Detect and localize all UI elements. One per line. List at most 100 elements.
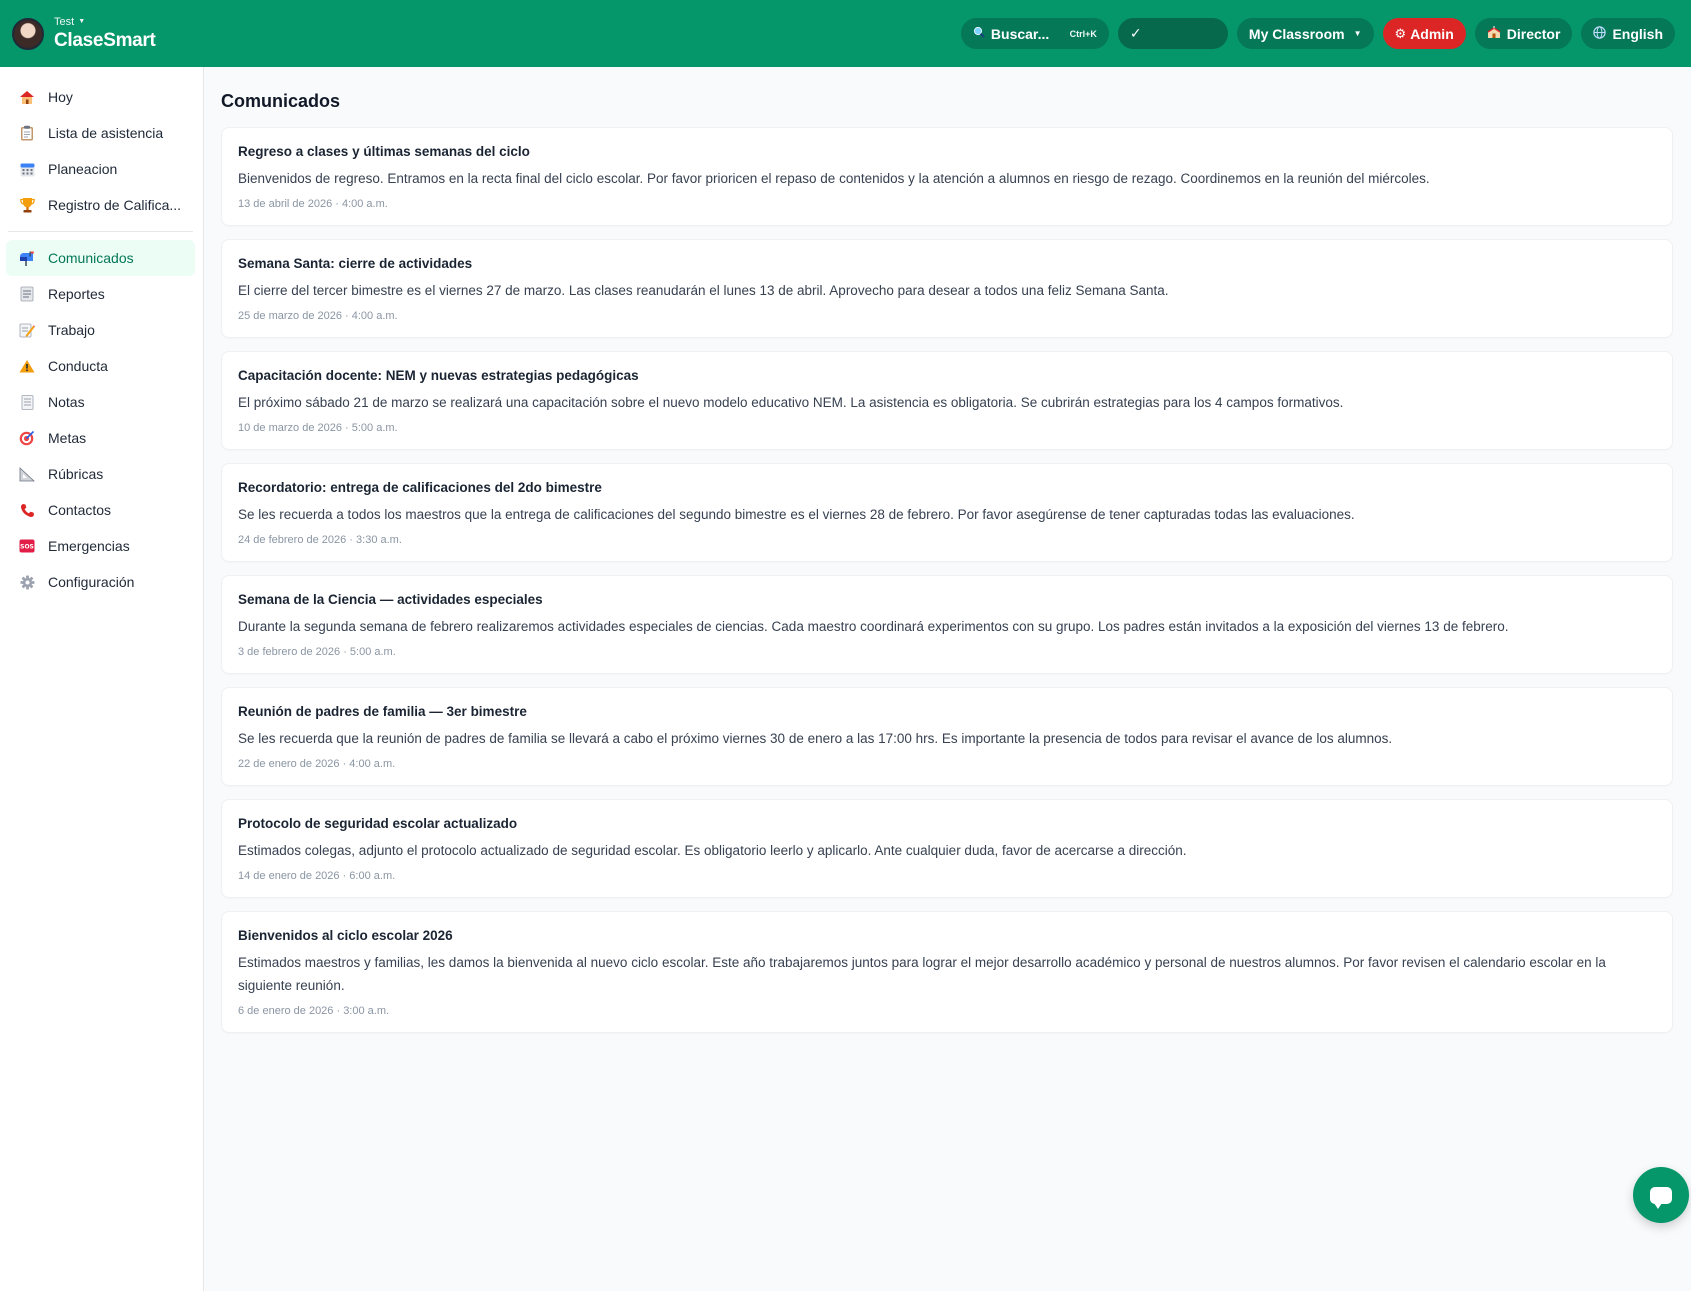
sidebar-item-label: Configuración [48,574,135,590]
sidebar-item-notas[interactable]: Notas [6,384,195,420]
sidebar-item-trabajo[interactable]: Trabajo [6,312,195,348]
phone-icon [18,501,36,519]
announcement-title: Regreso a clases y últimas semanas del c… [238,144,530,159]
announcement-date: 13 de abril de 2026 · 4:00 a.m. [238,198,388,210]
admin-label: Admin [1410,25,1454,42]
sidebar-item-emergencias[interactable]: SOS Emergencias [6,528,195,564]
announcement-card[interactable]: Recordatorio: entrega de calificaciones … [221,463,1673,562]
announcement-card[interactable]: Reunión de padres de familia — 3er bimes… [221,687,1673,786]
sidebar-item-reportes[interactable]: Reportes [6,276,195,312]
sidebar-item-label: Rúbricas [48,466,104,482]
main-content: Comunicados Regreso a clases y últimas s… [205,67,1691,1291]
announcement-date: 14 de enero de 2026 · 6:00 a.m. [238,870,396,882]
memo-icon [18,321,36,339]
language-button[interactable]: English [1581,18,1675,49]
ruler-icon [18,465,36,483]
status-check-button[interactable]: ✓ [1117,18,1228,49]
announcement-card[interactable]: Semana de la Ciencia — actividades espec… [221,575,1673,674]
announcement-card[interactable]: Regreso a clases y últimas semanas del c… [221,127,1673,226]
svg-text:SOS: SOS [20,544,34,551]
classroom-label: My Classroom [1248,25,1345,42]
search-label: Buscar... [990,25,1050,42]
brand[interactable]: Test ▼ ClaseSmart [54,16,156,52]
announcement-body: El cierre del tercer bimestre es el vier… [238,283,1169,298]
sidebar-item-hoy[interactable]: Hoy [6,79,195,115]
sidebar-item-conducta[interactable]: Conducta [6,348,195,384]
search-button[interactable]: Buscar... Ctrl+K [960,18,1109,49]
announcement-body: Bienvenidos de regreso. Entramos en la r… [238,171,1430,186]
announcement-date: 10 de marzo de 2026 · 5:00 a.m. [238,422,398,434]
trophy-icon [18,196,36,214]
announcement-body: Estimados maestros y familias, les damos… [238,955,1606,993]
gear-icon: ⚙ [1394,25,1407,41]
announcement-body: El próximo sábado 21 de marzo se realiza… [238,395,1344,410]
mailbox-icon [18,249,36,267]
sidebar-item-label: Comunicados [48,250,134,266]
announcement-card[interactable]: Capacitación docente: NEM y nuevas estra… [221,351,1673,450]
announcement-body: Estimados colegas, adjunto el protocolo … [238,843,1187,858]
language-label: English [1612,25,1663,42]
sidebar-item-comunicados[interactable]: Comunicados [6,240,195,276]
announcement-body: Se les recuerda que la reunión de padres… [238,731,1393,746]
classroom-selector[interactable]: My Classroom ▼ [1236,18,1374,49]
sidebar: Hoy Lista de asistencia Planeacion Regis… [0,67,204,1291]
announcement-title: Bienvenidos al ciclo escolar 2026 [238,928,453,943]
sidebar-item-label: Hoy [48,89,73,105]
sidebar-item-rubricas[interactable]: Rúbricas [6,456,195,492]
sidebar-item-label: Contactos [48,502,112,518]
warning-icon [18,357,36,375]
announcement-card[interactable]: Semana Santa: cierre de actividades El c… [221,239,1673,338]
house-icon [18,88,36,106]
announcement-card[interactable]: Protocolo de seguridad escolar actualiza… [221,799,1673,898]
sidebar-item-label: Trabajo [48,322,95,338]
school-icon [1487,25,1501,42]
sidebar-item-asistencia[interactable]: Lista de asistencia [6,115,195,151]
sidebar-item-label: Metas [48,430,87,446]
user-label: Test [54,15,75,28]
check-icon: ✓ [1129,25,1142,41]
target-icon [18,429,36,447]
sidebar-item-contactos[interactable]: Contactos [6,492,195,528]
director-label: Director [1506,25,1561,42]
sidebar-item-metas[interactable]: Metas [6,420,195,456]
app-name: ClaseSmart [54,29,156,51]
chevron-down-icon: ▼ [78,17,86,25]
announcement-body: Se les recuerda a todos los maestros que… [238,507,1355,522]
announcement-date: 25 de marzo de 2026 · 4:00 a.m. [238,310,398,322]
sidebar-item-label: Reportes [48,286,105,302]
announcement-title: Capacitación docente: NEM y nuevas estra… [238,368,639,383]
gear-icon [18,573,36,591]
globe-icon [1593,25,1607,42]
sidebar-item-label: Lista de asistencia [48,125,164,141]
sidebar-item-planeacion[interactable]: Planeacion [6,151,195,187]
chat-button[interactable] [1633,1167,1689,1223]
sidebar-divider [8,231,193,232]
announcement-body: Durante la segunda semana de febrero rea… [238,619,1509,634]
user-switcher[interactable]: Test ▼ [54,16,156,28]
announcement-title: Reunión de padres de familia — 3er bimes… [238,704,527,719]
admin-button[interactable]: ⚙ Admin [1382,18,1466,49]
search-icon [973,26,985,41]
search-shortcut: Ctrl+K [1069,28,1097,39]
announcement-date: 3 de febrero de 2026 · 5:00 a.m. [238,646,396,658]
report-icon [18,285,36,303]
sidebar-item-configuracion[interactable]: Configuración [6,564,195,600]
header-actions: Buscar... Ctrl+K ✓ My Classroom ▼ ⚙ Admi… [960,18,1675,49]
announcement-date: 22 de enero de 2026 · 4:00 a.m. [238,758,396,770]
top-header: Test ▼ ClaseSmart Buscar... Ctrl+K ✓ My … [0,0,1691,67]
announcement-title: Recordatorio: entrega de calificaciones … [238,480,602,495]
sidebar-item-label: Planeacion [48,161,118,177]
page-title: Comunicados [221,91,341,111]
clipboard-icon [18,124,36,142]
sidebar-item-label: Notas [48,394,85,410]
sidebar-item-label: Conducta [48,358,108,374]
announcement-date: 6 de enero de 2026 · 3:00 a.m. [238,1005,390,1017]
sidebar-item-calificaciones[interactable]: Registro de Califica... [6,187,195,223]
chat-bubble-icon [1650,1186,1672,1209]
calendar-icon [18,160,36,178]
chevron-down-icon: ▼ [1353,29,1362,38]
sos-icon: SOS [18,537,36,555]
director-button[interactable]: Director [1474,18,1573,49]
user-avatar[interactable] [12,17,44,50]
announcement-card[interactable]: Bienvenidos al ciclo escolar 2026 Estima… [221,911,1673,1033]
